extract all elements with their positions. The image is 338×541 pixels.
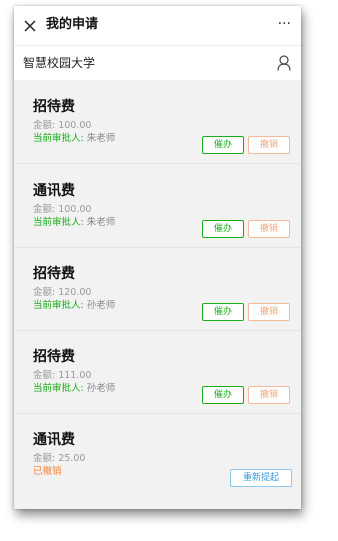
revoke-button[interactable]: 撤销 [248, 303, 290, 321]
user-icon[interactable] [277, 55, 291, 71]
school-name: 智慧校园大学 [23, 56, 96, 70]
resubmit-button[interactable]: 重新提起 [230, 469, 292, 487]
school-bar: 智慧校园大学 [14, 45, 301, 80]
more-icon[interactable]: ··· [278, 14, 291, 34]
list-item[interactable]: 通讯费 金额: 100.00 当前审批人: 朱老师 催办 撤销 [14, 170, 301, 248]
list-item[interactable]: 招待费 金额: 120.00 当前审批人: 孙老师 催办 撤销 [14, 253, 301, 331]
approver-label: 当前审批人: [33, 217, 84, 228]
revoke-button[interactable]: 撤销 [248, 220, 290, 238]
approver-name: 朱老师 [86, 217, 116, 228]
approver-name: 孙老师 [86, 300, 116, 311]
application-amount: 金额: 100.00 [33, 204, 92, 215]
title-bar: 我的申请 ··· [14, 6, 301, 45]
application-title: 招待费 [33, 349, 75, 365]
approver-label: 当前审批人: [33, 383, 84, 394]
close-icon[interactable] [24, 20, 36, 32]
revoke-button[interactable]: 撤销 [248, 386, 290, 404]
approver-label: 当前审批人: [33, 300, 84, 311]
urge-button[interactable]: 催办 [202, 220, 244, 238]
cancelled-status: 已撤销 [33, 466, 62, 477]
application-title: 招待费 [33, 99, 75, 115]
approver-name: 朱老师 [86, 133, 116, 144]
list-item[interactable]: 招待费 金额: 111.00 当前审批人: 孙老师 催办 撤销 [14, 336, 301, 414]
application-status: 当前审批人: 朱老师 [33, 132, 115, 145]
urge-button[interactable]: 催办 [202, 303, 244, 321]
urge-button[interactable]: 催办 [202, 386, 244, 404]
application-title: 通讯费 [33, 183, 75, 199]
application-amount: 金额: 111.00 [33, 370, 92, 381]
list-item[interactable]: 通讯费 金额: 25.00 已撤销 重新提起 [14, 419, 301, 497]
urge-button[interactable]: 催办 [202, 136, 244, 154]
application-amount: 金额: 100.00 [33, 120, 92, 131]
application-amount: 金额: 120.00 [33, 287, 92, 298]
page-title: 我的申请 [46, 17, 99, 32]
application-title: 通讯费 [33, 432, 75, 448]
approver-name: 孙老师 [86, 383, 116, 394]
approver-label: 当前审批人: [33, 133, 84, 144]
phone-screen: 我的申请 ··· 智慧校园大学 招待费 金额: 100.00 当前审批人: 朱老… [14, 6, 301, 509]
application-status: 当前审批人: 朱老师 [33, 216, 115, 229]
application-status: 当前审批人: 孙老师 [33, 382, 115, 395]
list-item[interactable]: 招待费 金额: 100.00 当前审批人: 朱老师 催办 撤销 [14, 86, 301, 164]
application-title: 招待费 [33, 266, 75, 282]
revoke-button[interactable]: 撤销 [248, 136, 290, 154]
application-amount: 金额: 25.00 [33, 453, 86, 464]
application-status: 当前审批人: 孙老师 [33, 299, 115, 312]
